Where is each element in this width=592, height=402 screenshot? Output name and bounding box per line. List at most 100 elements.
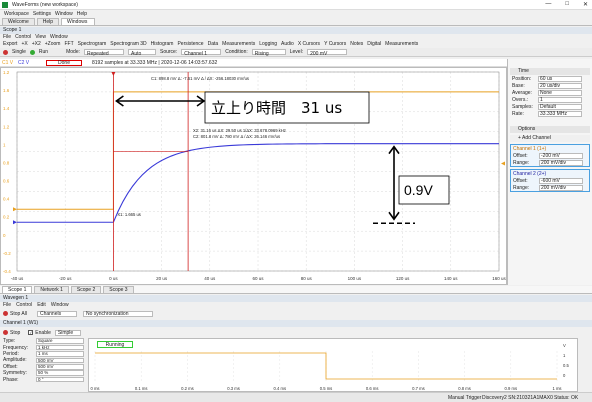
app-logo-icon xyxy=(2,2,8,8)
level-input[interactable]: 200 mV xyxy=(307,49,348,57)
tab-scope-2[interactable]: Scope 2 xyxy=(70,286,102,293)
tab-network-1[interactable]: Network 1 xyxy=(34,286,69,293)
param-value[interactable]: 1 kHz xyxy=(36,344,84,351)
single-button[interactable]: Single xyxy=(12,48,26,57)
param-value[interactable]: 1 ms xyxy=(36,351,84,357)
ch2-offset-label: Offset: xyxy=(513,177,528,184)
auto-select[interactable]: Auto xyxy=(128,49,156,57)
wavegen-channel-toolbar: Stop ✓ Enable Simple xyxy=(0,328,592,337)
wavegen-menu-edit[interactable]: Edit xyxy=(37,302,46,309)
scope-tool-15[interactable]: Notes xyxy=(350,41,363,48)
scope-tool-14[interactable]: Y Cursors xyxy=(324,41,346,48)
acquisition-status: Done xyxy=(46,60,82,66)
menu-settings[interactable]: Settings xyxy=(33,11,51,17)
time-row-label: Samples: xyxy=(512,103,533,110)
condition-select[interactable]: Rising xyxy=(251,49,286,57)
time-row-value[interactable]: None xyxy=(538,89,582,96)
channel2-title[interactable]: Channel 2 (2+) xyxy=(511,171,546,177)
channel1-title[interactable]: Channel 1 (1+) xyxy=(511,146,546,152)
run-button[interactable]: Run xyxy=(39,48,48,57)
close-button[interactable]: ✕ xyxy=(583,1,588,8)
stop-button[interactable]: Stop xyxy=(10,330,20,336)
ch1-range-input[interactable]: 200 mV/div xyxy=(539,159,583,166)
scope-tool-17[interactable]: Measurements xyxy=(385,41,418,48)
scope-plot[interactable]: 1.2 1.6 1.4 1.2 1 0.8 0.6 0.4 0.2 0 -0.2 -0.4 -40 us… xyxy=(0,67,507,285)
menu-window[interactable]: Window xyxy=(55,11,73,17)
source-select[interactable]: Channel 1 xyxy=(181,49,222,57)
y-tick-label: 0 xyxy=(3,233,6,238)
time-row-value[interactable]: 33.333 MHz xyxy=(538,110,582,117)
device-status[interactable]: Discovery2 SN:210321A1MAX0 xyxy=(482,395,553,401)
param-value[interactable]: 500 mV xyxy=(36,363,84,370)
wavegen-menu-file[interactable]: File xyxy=(3,302,11,309)
ch1-axis-label: C1 V xyxy=(2,60,14,66)
risetime-label: 立上り時間 31 us xyxy=(211,99,342,117)
scope-tool-8[interactable]: Persistence xyxy=(177,41,203,48)
time-row-value[interactable]: 1 xyxy=(538,96,582,103)
status-bar: Manual Trigger Discovery2 SN:210321A1MAX… xyxy=(0,392,592,402)
cursor-x1-readout: X1: 1.665 us xyxy=(117,212,141,217)
time-row-value[interactable]: 60 us xyxy=(538,75,582,82)
time-row-value[interactable]: Default xyxy=(538,103,582,110)
wave-x-tick: 0 ms xyxy=(90,386,99,391)
tab-welcome[interactable]: Welcome xyxy=(2,18,35,25)
tab-windows[interactable]: Windows xyxy=(61,18,96,25)
channels-select[interactable]: Channels xyxy=(36,310,77,317)
manual-trigger-button[interactable]: Manual Trigger xyxy=(448,395,481,401)
trigger-level-marker[interactable] xyxy=(501,161,505,166)
tab-scope-1[interactable]: Scope 1 xyxy=(2,286,33,293)
scope-tool-11[interactable]: Logging xyxy=(259,41,277,48)
y-tick-label: 0.6 xyxy=(3,179,10,184)
trigger-position-marker[interactable] xyxy=(111,72,116,76)
enable-checkbox[interactable]: ✓ xyxy=(28,330,34,335)
sync-select[interactable]: No synchronization xyxy=(82,310,153,317)
scope-plot-svg[interactable]: 1.2 1.6 1.4 1.2 1 0.8 0.6 0.4 0.2 0 -0.2 -0.4-40 us… xyxy=(1,68,508,286)
wavegen-plot: Running 0 ms 0.1 ms 0.2 ms 0.3 ms 0.4 ms 0.5 … xyxy=(88,338,578,392)
param-value[interactable]: Square xyxy=(36,338,84,344)
y-tick-label: 1 xyxy=(3,142,6,147)
y-tick-label: -0.2 xyxy=(3,251,11,256)
wavegen-menu-window[interactable]: Window xyxy=(51,302,69,309)
scope-tool-5[interactable]: Spectrogram xyxy=(78,41,107,48)
condition-label: Condition: xyxy=(225,48,248,55)
wavegen-toolbar: Stop All Channels No synchronization xyxy=(0,309,592,318)
scope-tool-9[interactable]: Data xyxy=(208,41,219,48)
time-row-value[interactable]: 20 us/div xyxy=(538,82,582,89)
param-value[interactable]: 50 % xyxy=(36,370,84,376)
param-value[interactable]: 0 ° xyxy=(36,376,84,383)
x-tick-label: 20 us xyxy=(156,276,168,281)
tab-help[interactable]: Help xyxy=(36,18,60,25)
right-panel: Time Position: 60 us Base: 20 us/div Average… xyxy=(507,59,592,285)
maximize-button[interactable]: □ xyxy=(565,1,569,8)
wavegen-params: Type: Square Frequency: 1 kHz Period: 1 ms Amp… xyxy=(0,338,88,390)
wave-x-tick: 0.1 ms xyxy=(135,386,148,391)
ch1-offset-marker[interactable] xyxy=(13,207,17,212)
minimize-button[interactable]: — xyxy=(545,1,551,8)
ch1-offset-input[interactable]: -200 mV xyxy=(539,152,583,159)
time-section-title[interactable]: Time xyxy=(510,68,590,75)
time-row-label: Overs.: xyxy=(512,96,529,103)
ch2-offset-marker[interactable] xyxy=(13,220,17,225)
menu-help[interactable]: Help xyxy=(77,11,87,17)
ch2-range-input[interactable]: 200 mV/div xyxy=(539,184,583,191)
tab-scope-3[interactable]: Scope 3 xyxy=(103,286,134,293)
add-channel-button[interactable]: + Add Channel xyxy=(510,135,590,142)
scope-menu-file[interactable]: File xyxy=(3,34,11,41)
mode-simple-select[interactable]: Simple xyxy=(54,329,81,336)
wavegen-menu-control[interactable]: Control xyxy=(16,302,32,309)
stop-all-button[interactable]: Stop All xyxy=(10,311,27,317)
workspace-tabs: Welcome Help Windows xyxy=(0,18,592,26)
title-bar: WaveForms (new workspace) — □ ✕ xyxy=(0,0,592,10)
scope-tool-6[interactable]: Spectrogram 3D xyxy=(110,41,146,48)
param-value[interactable]: 500 mV xyxy=(36,357,84,364)
scope-menu-window[interactable]: Window xyxy=(50,34,68,41)
scope-controls: Single Run Mode: Repeated Auto Source: C… xyxy=(0,48,592,57)
ch2-offset-input[interactable]: -600 mV xyxy=(539,177,583,184)
scope-tool-16[interactable]: Digital xyxy=(367,41,381,48)
mode-select[interactable]: Repeated xyxy=(84,49,124,57)
scope-menu-view[interactable]: View xyxy=(35,34,46,41)
menu-workspace[interactable]: Workspace xyxy=(4,11,29,17)
options-title[interactable]: Options xyxy=(510,126,590,133)
wave-x-tick: 0.7 ms xyxy=(412,386,425,391)
scope-menu-control[interactable]: Control xyxy=(15,34,31,41)
